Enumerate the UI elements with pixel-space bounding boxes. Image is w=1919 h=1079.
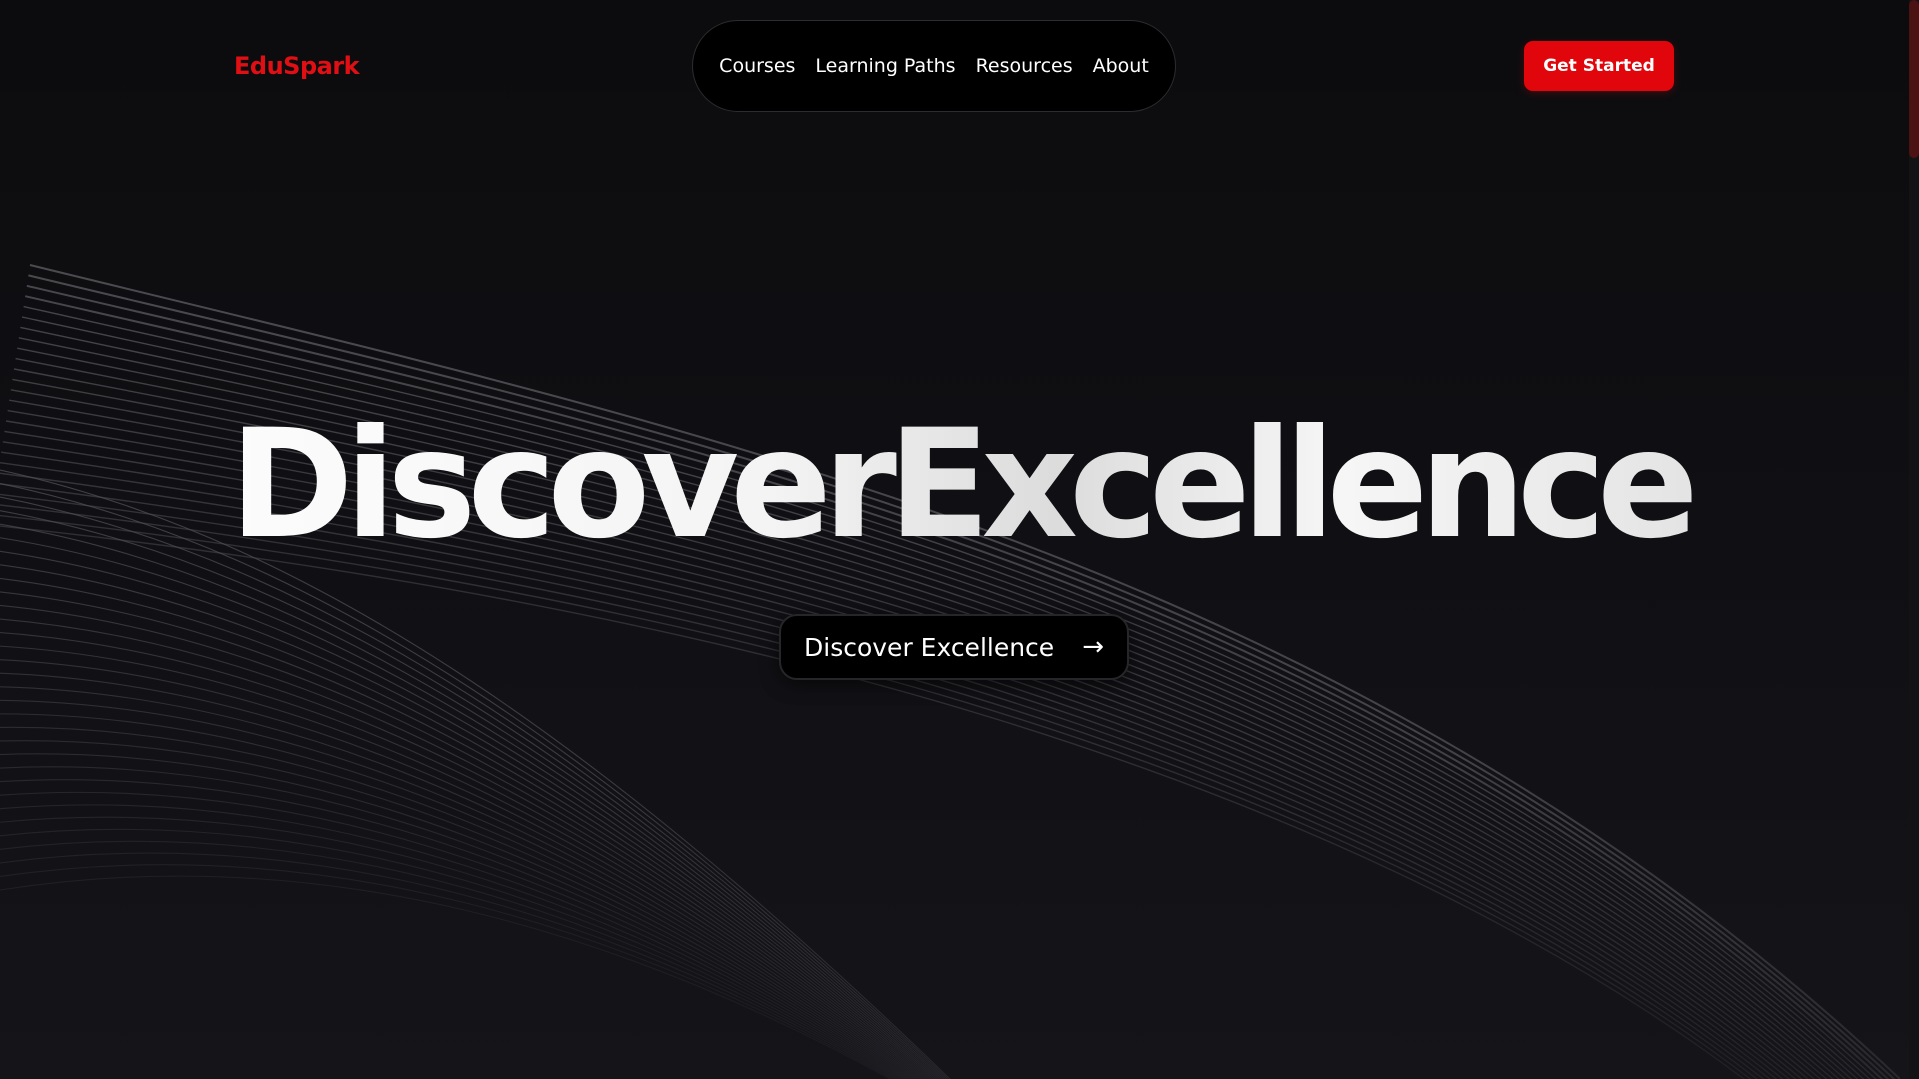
- wave-line: [0, 828, 899, 1079]
- brand-logo[interactable]: EduSpark: [234, 52, 360, 80]
- discover-excellence-button[interactable]: Discover Excellence →: [779, 614, 1129, 680]
- wave-line: [0, 726, 914, 1079]
- wave-line: [0, 740, 912, 1079]
- hero-title: DiscoverExcellence: [0, 400, 1919, 570]
- landing-page: EduSpark Courses Learning Paths Resource…: [0, 0, 1919, 1079]
- wave-line: [0, 713, 916, 1079]
- wave-line: [0, 514, 1752, 1079]
- wave-line: [0, 504, 1758, 1079]
- wave-line: [0, 766, 908, 1079]
- nav-link-learning-paths[interactable]: Learning Paths: [815, 55, 955, 77]
- nav-link-about[interactable]: About: [1093, 55, 1149, 77]
- wave-line: [0, 875, 891, 1079]
- wave-line: [0, 483, 1771, 1079]
- main-nav: Courses Learning Paths Resources About: [692, 20, 1176, 112]
- nav-link-courses[interactable]: Courses: [719, 55, 795, 77]
- wave-line: [0, 864, 893, 1079]
- nav-link-resources[interactable]: Resources: [976, 55, 1073, 77]
- wave-line: [0, 779, 906, 1079]
- wave-line: [0, 852, 895, 1079]
- discover-excellence-button-label: Discover Excellence: [804, 632, 1055, 662]
- scrollbar-thumb[interactable]: [1909, 0, 1919, 158]
- wave-line: [0, 753, 910, 1079]
- wave-line: [0, 523, 943, 1079]
- wave-line: [0, 791, 904, 1079]
- wave-line: [0, 816, 900, 1079]
- page-scrollbar[interactable]: [1909, 0, 1919, 1079]
- arrow-right-icon: →: [1082, 632, 1104, 662]
- get-started-button[interactable]: Get Started: [1524, 41, 1674, 91]
